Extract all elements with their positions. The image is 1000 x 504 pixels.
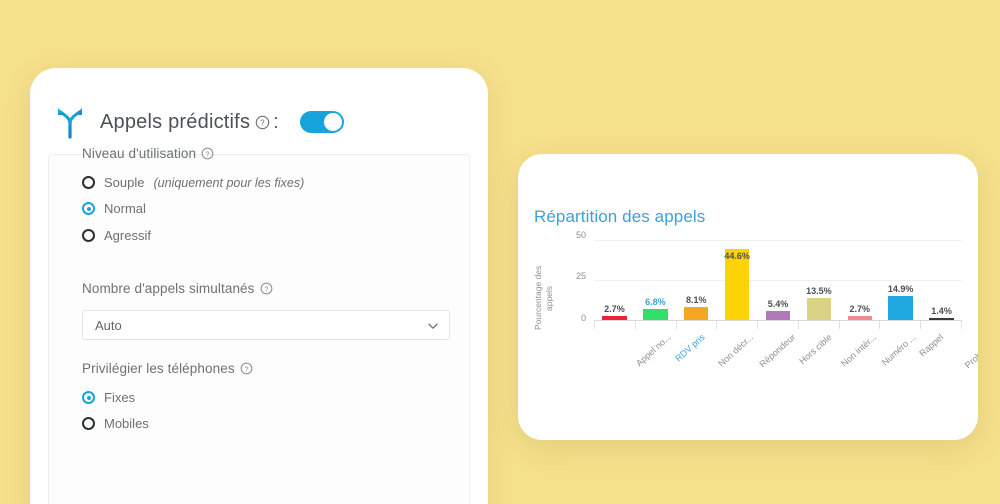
radio-option-mobiles[interactable]: Mobiles <box>82 416 149 431</box>
radio-label: Souple <box>104 175 145 190</box>
y-axis-label: Pourcentage des appels <box>533 265 554 331</box>
bar[interactable] <box>929 317 954 320</box>
bar-value-label: 13.5% <box>806 286 832 297</box>
bar-slot[interactable]: 5.4% <box>758 235 799 320</box>
radio-indicator[interactable] <box>82 391 95 404</box>
bar[interactable] <box>888 296 913 320</box>
x-axis-labels: Appel no... RDV pris Non décr... Répondeur H… <box>594 330 978 390</box>
plot-area: 2.7% 6.8% 8.1% 44.6% 5.4% 13.5% 2.7% 14.9% 1.4% … <box>594 235 978 370</box>
radio-label: Mobiles <box>104 416 149 431</box>
bar-value-label: 2.7% <box>604 303 625 314</box>
radio-option-souple[interactable]: Souple (uniquement pour les fixes) <box>82 175 304 190</box>
simultaneous-calls-label: Nombre d'appels simultanés? <box>82 281 277 297</box>
bar-value-label: 14.9% <box>887 284 914 295</box>
predictive-calls-settings-card: Appels prédictifs?: Niveau d'utilisation… <box>30 68 488 504</box>
svg-text:?: ? <box>206 151 210 158</box>
x-axis-tick-label: Non intér... <box>839 332 879 369</box>
radio-hint: (uniquement pour les fixes) <box>153 175 305 190</box>
x-axis-tick-label: Répondeur <box>757 332 798 370</box>
page-title: Appels prédictifs?: <box>100 111 282 134</box>
bar-chart: Pourcentage des appels 50 25 0 2.7% 6.8% 8… <box>532 230 978 430</box>
preferred-phones-label: Privilégier les téléphones? <box>82 361 257 377</box>
bar-value-label: 2.7% <box>849 303 871 314</box>
bar-slot[interactable]: 6.8% <box>635 235 676 320</box>
bar-slot[interactable]: 2.7% <box>594 235 635 320</box>
radio-label: Agressif <box>104 228 151 243</box>
bars-container: 2.7% 6.8% 8.1% 44.6% 5.4% 13.5% 2.7% 14.9% 1.4% <box>594 235 962 320</box>
x-tick <box>716 321 757 329</box>
title-colon: : <box>273 110 279 133</box>
bar-value-label: 5.4% <box>767 299 789 310</box>
svg-text:?: ? <box>260 118 265 127</box>
bar[interactable] <box>683 307 709 320</box>
radio-indicator[interactable] <box>82 417 95 430</box>
settings-card-header: Appels prédictifs?: <box>52 104 344 140</box>
bar-value-label: 8.1% <box>685 295 707 306</box>
bar-value-label: 6.8% <box>645 297 666 308</box>
bar[interactable] <box>806 298 832 320</box>
svg-text:?: ? <box>264 286 268 293</box>
bar-value-label: 1.4% <box>931 305 952 316</box>
x-tick <box>838 321 880 329</box>
help-icon[interactable]: ? <box>201 147 216 162</box>
bar[interactable] <box>602 315 627 320</box>
bar[interactable] <box>643 309 668 320</box>
x-axis-tick-label: RDV pris <box>673 332 708 364</box>
x-tick <box>757 321 798 329</box>
predictive-calls-toggle[interactable] <box>299 111 344 133</box>
bar-value-label: 44.6% <box>724 250 750 261</box>
x-axis-tick-label: Rappel <box>916 332 945 359</box>
x-axis-tick-label: Problème... <box>962 332 978 371</box>
help-icon[interactable]: ? <box>240 362 255 377</box>
radio-label: Normal <box>104 201 146 216</box>
y-axis-tick: 50 <box>575 230 586 240</box>
bar-slot[interactable]: 13.5% <box>798 235 839 320</box>
bar-slot[interactable]: 14.9% <box>880 235 921 320</box>
select-value: Auto <box>95 317 122 333</box>
simultaneous-calls-select[interactable]: Auto <box>82 310 450 340</box>
radio-indicator[interactable] <box>82 229 95 242</box>
x-axis-tickmarks <box>594 321 963 329</box>
bar-slot[interactable]: 1.4% <box>921 235 962 320</box>
page-title-text: Appels prédictifs <box>100 110 251 133</box>
svg-text:?: ? <box>244 366 248 373</box>
y-axis-tick: 25 <box>575 271 586 281</box>
x-tick <box>879 321 920 329</box>
y-axis-tick: 0 <box>580 313 586 323</box>
x-tick <box>634 321 676 329</box>
fork-arrows-icon <box>52 104 88 140</box>
x-axis-tick-label: Non décr... <box>716 332 756 369</box>
x-tick <box>675 321 717 329</box>
bar-slot[interactable]: 2.7% <box>839 235 880 320</box>
x-tick <box>594 321 635 329</box>
toggle-knob <box>323 113 342 131</box>
bar-slot[interactable]: 44.6% <box>717 235 758 320</box>
usage-level-label: Niveau d'utilisation? <box>82 146 218 162</box>
bar[interactable] <box>765 311 791 320</box>
bar-slot[interactable]: 8.1% <box>676 235 717 320</box>
call-distribution-card: Répartition des appels Pourcentage des a… <box>518 154 978 440</box>
help-icon[interactable]: ? <box>260 282 275 297</box>
x-tick <box>920 321 963 329</box>
radio-option-agressif[interactable]: Agressif <box>82 228 151 243</box>
x-axis-tick-label: Appel no... <box>634 332 674 369</box>
chart-title: Répartition des appels <box>534 207 706 226</box>
radio-indicator[interactable] <box>82 202 95 215</box>
radio-indicator[interactable] <box>82 176 95 189</box>
radio-option-normal[interactable]: Normal <box>82 201 146 216</box>
x-axis-tick-label: Hors cible <box>797 332 834 367</box>
bar[interactable] <box>847 315 873 320</box>
x-tick <box>797 321 839 329</box>
chevron-down-icon[interactable] <box>427 319 439 331</box>
radio-label: Fixes <box>104 390 136 405</box>
radio-option-fixes[interactable]: Fixes <box>82 390 135 405</box>
help-icon[interactable]: ? <box>255 113 270 129</box>
x-axis-tick-label: Numéro ... <box>879 332 918 368</box>
